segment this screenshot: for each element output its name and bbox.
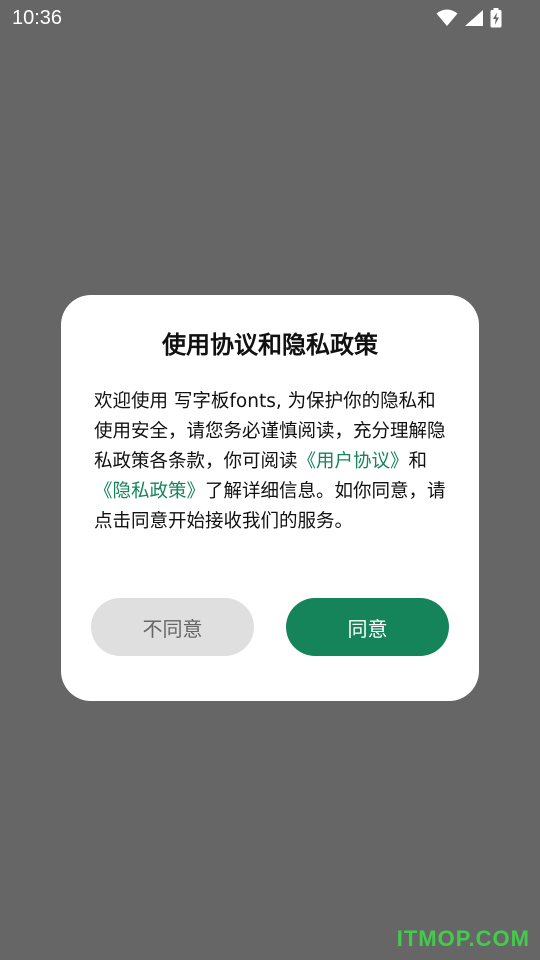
battery-charging-icon <box>490 8 502 28</box>
agree-button[interactable]: 同意 <box>286 598 449 656</box>
signal-icon <box>464 9 484 27</box>
privacy-dialog: 使用协议和隐私政策 欢迎使用 写字板fonts, 为保护你的隐私和使用安全，请您… <box>61 295 479 701</box>
privacy-policy-link[interactable]: 《隐私政策》 <box>94 481 205 502</box>
dialog-body: 欢迎使用 写字板fonts, 为保护你的隐私和使用安全，请您务必谨慎阅读，充分理… <box>94 387 446 537</box>
watermark: ITMOP.COM <box>396 926 530 951</box>
user-agreement-link[interactable]: 《用户协议》 <box>298 451 409 472</box>
wifi-icon <box>436 9 458 27</box>
status-time: 10:36 <box>12 7 63 29</box>
body-text-and: 和 <box>408 451 428 472</box>
decline-button[interactable]: 不同意 <box>91 598 254 656</box>
dialog-title: 使用协议和隐私政策 <box>162 331 378 359</box>
status-icons <box>436 6 502 30</box>
status-bar: 10:36 <box>0 0 540 36</box>
